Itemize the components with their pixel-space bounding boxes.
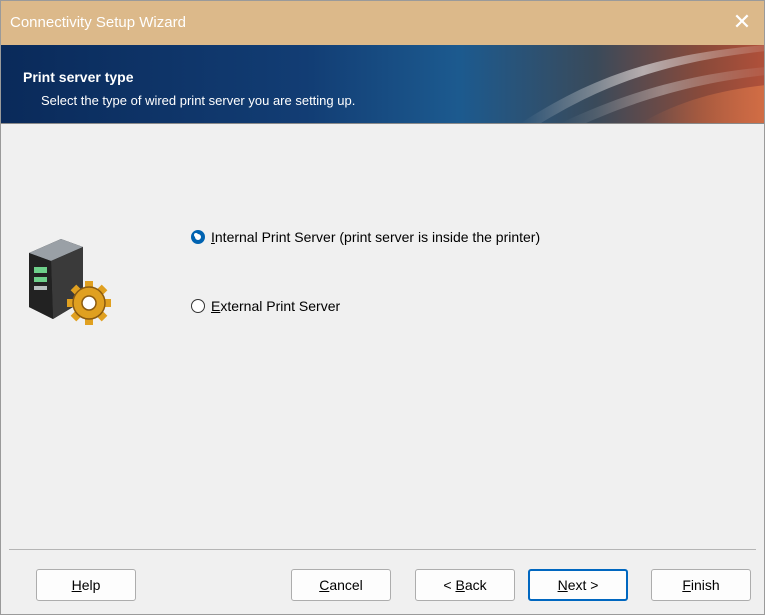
window-title: Connectivity Setup Wizard	[10, 14, 186, 31]
close-icon[interactable]: ✕	[720, 1, 764, 45]
internal-print-server-option[interactable]: Internal Print Server (print server is i…	[191, 227, 540, 247]
wizard-banner: Print server type Select the type of wir…	[1, 45, 764, 123]
help-button[interactable]: Help	[36, 569, 136, 601]
finish-button[interactable]: Finish	[651, 569, 751, 601]
wizard-window: Connectivity Setup Wizard ✕ Print server…	[0, 0, 765, 615]
cancel-button[interactable]: Cancel	[291, 569, 391, 601]
back-button[interactable]: < Back	[415, 569, 515, 601]
external-print-server-label: External Print Server	[211, 298, 341, 314]
radio-button-checked[interactable]	[191, 230, 205, 244]
footer-divider	[9, 549, 756, 550]
radio-button-unchecked[interactable]	[191, 299, 205, 313]
banner-subheading: Select the type of wired print server yo…	[41, 93, 356, 108]
banner-heading: Print server type	[23, 69, 134, 85]
external-print-server-option[interactable]: External Print Server	[191, 296, 340, 316]
internal-print-server-label: Internal Print Server (print server is i…	[211, 229, 541, 245]
printer-gear-icon	[21, 231, 116, 336]
next-button[interactable]: Next >	[528, 569, 628, 601]
title-bar: Connectivity Setup Wizard ✕	[1, 1, 764, 45]
banner-divider	[1, 123, 764, 124]
